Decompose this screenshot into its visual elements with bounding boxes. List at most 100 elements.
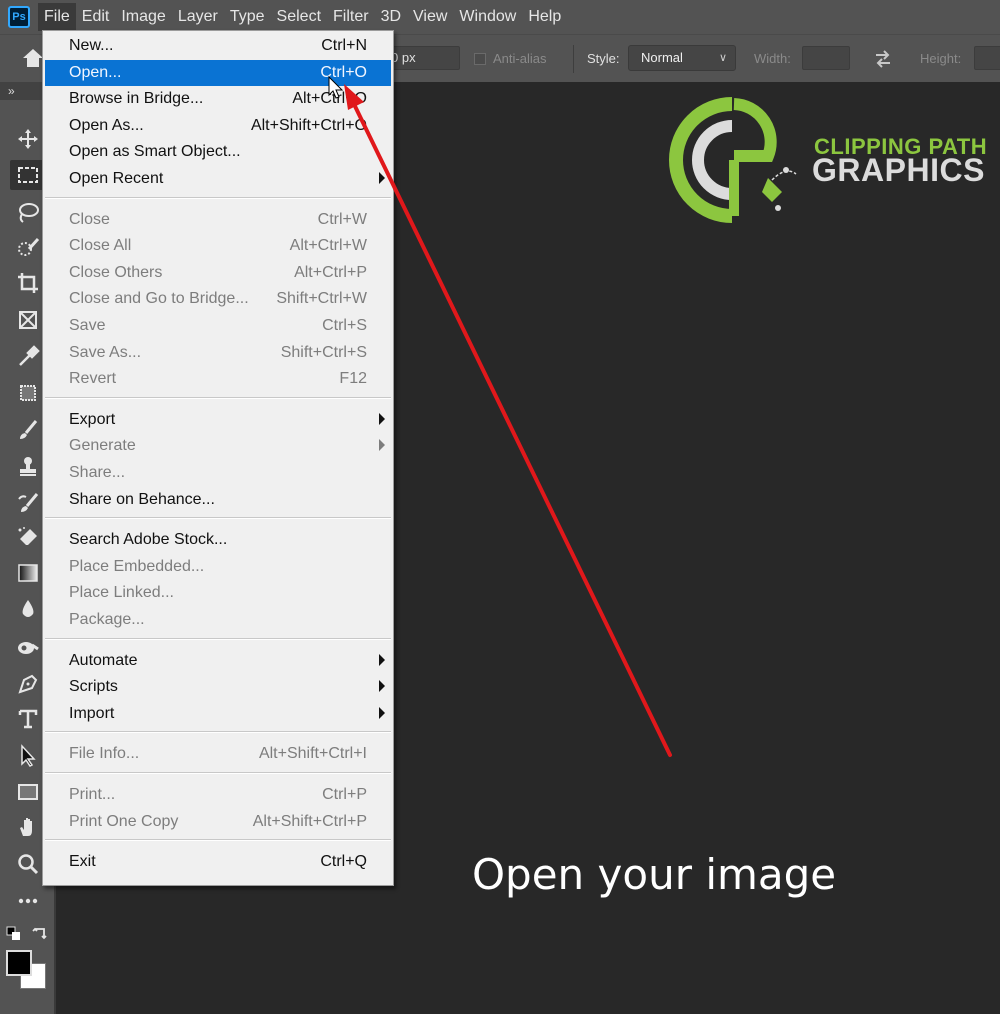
default-colors-icon[interactable] [6, 926, 22, 942]
lasso-tool[interactable] [10, 198, 46, 228]
menu-item-close-and-go-to-bridge[interactable]: Close and Go to Bridge... Shift+Ctrl+W [45, 286, 391, 312]
frame-tool[interactable] [10, 305, 46, 335]
menu-item-import[interactable]: Import [45, 701, 391, 727]
photoshop-window: Ps File Edit Image Layer Type Select Filter 3D V… [0, 0, 1000, 1014]
menu-item-save-as[interactable]: Save As... Shift+Ctrl+S [45, 340, 391, 366]
menu-item-shortcut: Shift+Ctrl+S [280, 343, 367, 361]
menu-edit[interactable]: Edit [76, 3, 116, 31]
menu-separator [45, 396, 391, 399]
eyedropper-tool[interactable] [10, 342, 46, 372]
history-brush-tool[interactable] [10, 488, 46, 518]
menu-item-print-one-copy[interactable]: Print One Copy Alt+Shift+Ctrl+P [45, 809, 391, 835]
menu-item-package[interactable]: Package... [45, 607, 391, 633]
height-input[interactable] [974, 46, 1000, 70]
menu-3d[interactable]: 3D [375, 3, 407, 31]
type-tool[interactable] [10, 704, 46, 734]
menu-view[interactable]: View [407, 3, 453, 31]
swap-colors-icon[interactable] [32, 926, 48, 942]
menu-item-exit[interactable]: Exit Ctrl+Q [45, 849, 391, 875]
menu-window[interactable]: Window [453, 3, 522, 31]
menu-item-open-as[interactable]: Open As... Alt+Shift+Ctrl+O [45, 113, 391, 139]
menu-item-label: Close and Go to Bridge... [69, 290, 249, 308]
menu-separator [45, 731, 391, 734]
menu-image[interactable]: Image [115, 3, 171, 31]
color-swatch-controls [6, 926, 50, 944]
menu-item-label: File Info... [69, 745, 140, 763]
menu-item-save[interactable]: Save Ctrl+S [45, 313, 391, 339]
move-tool[interactable] [10, 124, 46, 154]
menu-item-place-linked[interactable]: Place Linked... [45, 580, 391, 606]
brush-icon [20, 420, 38, 439]
height-label: Height: [920, 51, 962, 66]
menu-item-label: Export [69, 410, 116, 428]
brush-tool[interactable] [10, 415, 46, 445]
menu-item-export[interactable]: Export [45, 407, 391, 433]
menu-item-file-info[interactable]: File Info... Alt+Shift+Ctrl+I [45, 741, 391, 767]
menu-item-share[interactable]: Share... [45, 460, 391, 486]
path-selection-tool[interactable] [10, 741, 46, 771]
menu-item-shortcut: Alt+Shift+Ctrl+O [250, 116, 367, 134]
menu-item-close[interactable]: Close Ctrl+W [45, 207, 391, 233]
home-icon[interactable] [22, 47, 44, 69]
dodge-tool[interactable] [10, 632, 46, 662]
menu-item-revert[interactable]: Revert F12 [45, 366, 391, 392]
menu-item-generate[interactable]: Generate [45, 433, 391, 459]
eraser-tool[interactable] [10, 522, 46, 552]
menu-item-label: Close All [69, 237, 132, 255]
menu-type[interactable]: Type [224, 3, 271, 31]
menu-item-label: Import [69, 704, 115, 722]
menu-item-label: Browse in Bridge... [69, 90, 204, 108]
edit-toolbar[interactable] [10, 886, 46, 916]
menu-separator [45, 772, 391, 774]
menu-file[interactable]: File [38, 3, 76, 31]
menu-item-share-on-behance[interactable]: Share on Behance... [45, 487, 391, 513]
rectangle-tool[interactable] [10, 777, 46, 807]
gradient-tool[interactable] [10, 558, 46, 588]
hand-icon [20, 818, 32, 836]
menu-help[interactable]: Help [522, 3, 567, 31]
clone-stamp-tool[interactable] [10, 451, 46, 481]
anti-alias-checkbox[interactable] [474, 53, 486, 65]
hand-tool[interactable] [10, 812, 46, 842]
menu-layer[interactable]: Layer [172, 3, 224, 31]
spot-healing-tool[interactable] [10, 378, 46, 408]
quick-selection-tool[interactable] [10, 232, 46, 262]
menu-item-label: Close [69, 210, 110, 228]
menu-select[interactable]: Select [271, 3, 327, 31]
menu-item-label: Search Adobe Stock... [69, 531, 228, 549]
menu-item-label: Open as Smart Object... [69, 143, 241, 161]
menu-item-new[interactable]: New... Ctrl+N [45, 33, 391, 59]
menu-item-open-as-smart-object[interactable]: Open as Smart Object... [45, 139, 391, 165]
foreground-color-swatch[interactable] [6, 950, 32, 976]
menu-item-search-adobe-stock[interactable]: Search Adobe Stock... [45, 527, 391, 553]
menu-separator [45, 517, 391, 520]
menu-item-place-embedded[interactable]: Place Embedded... [45, 554, 391, 580]
menu-filter[interactable]: Filter [327, 3, 375, 31]
menu-item-label: Save [69, 317, 106, 334]
style-select[interactable]: Normal ∨ [628, 45, 736, 71]
swap-width-height-icon[interactable] [872, 49, 894, 69]
lasso-icon [19, 203, 39, 223]
path-selection-icon [21, 744, 36, 767]
width-input[interactable] [802, 46, 850, 70]
menu-item-open-recent[interactable]: Open Recent [45, 166, 391, 192]
menu-item-label: Save As... [69, 343, 142, 361]
chevron-down-icon: ∨ [718, 52, 727, 64]
feather-input[interactable]: 0 px [386, 46, 460, 70]
menu-separator [45, 196, 391, 199]
instruction-caption: Open your image [472, 850, 837, 899]
menu-item-close-all[interactable]: Close All Alt+Ctrl+W [45, 233, 391, 259]
rectangular-marquee-tool[interactable] [10, 160, 46, 190]
menu-item-automate[interactable]: Automate [45, 648, 391, 674]
crop-tool[interactable] [10, 268, 46, 298]
menu-item-scripts[interactable]: Scripts [45, 674, 391, 700]
menu-item-shortcut: Ctrl+N [321, 37, 367, 54]
menu-item-label: Revert [69, 370, 117, 388]
zoom-tool[interactable] [10, 849, 46, 879]
blur-tool[interactable] [10, 594, 46, 624]
menu-item-label: Place Embedded... [69, 557, 205, 575]
crop-icon [18, 273, 38, 293]
menu-item-close-others[interactable]: Close Others Alt+Ctrl+P [45, 260, 391, 286]
pen-tool[interactable] [10, 669, 46, 699]
menu-item-print[interactable]: Print... Ctrl+P [45, 782, 391, 808]
